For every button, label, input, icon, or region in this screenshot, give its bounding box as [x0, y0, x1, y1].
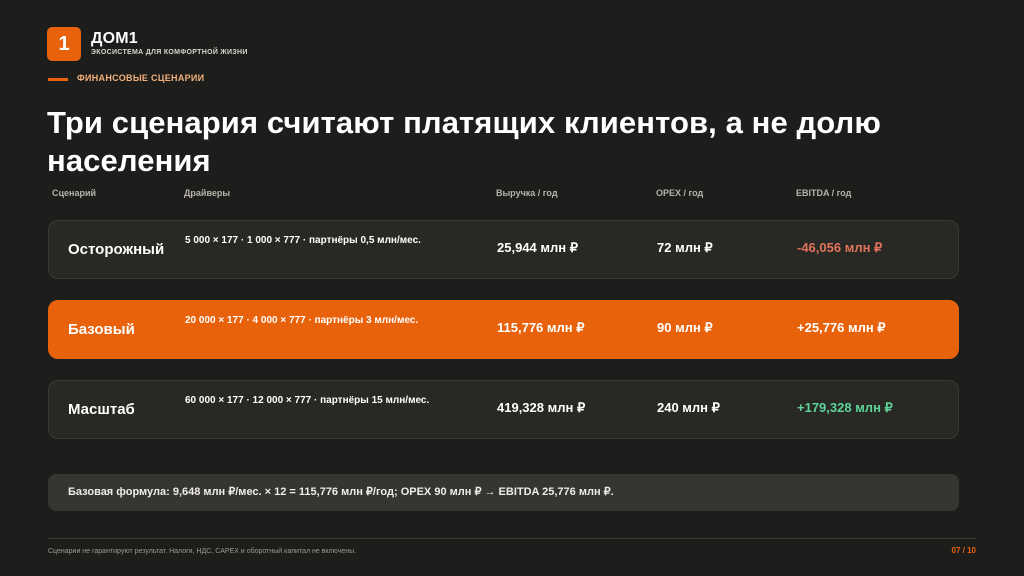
- base-formula: Базовая формула: 9,648 млн ₽/мес. × 12 =…: [48, 474, 959, 511]
- brand-logo-text: 1: [58, 32, 70, 55]
- footer-divider: [48, 538, 976, 539]
- scenario-ebitda: +25,776 млн ₽: [797, 320, 886, 335]
- footer-disclaimer: Сценарии не гарантируют результат. Налог…: [48, 548, 357, 555]
- scenario-revenue: 419,328 млн ₽: [497, 400, 586, 415]
- brand-tagline: ЭКОСИСТЕМА ДЛЯ КОМФОРТНОЙ ЖИЗНИ: [91, 49, 248, 56]
- scenario-name: Базовый: [68, 321, 135, 338]
- header-revenue: Выручка / год: [496, 188, 558, 198]
- brand-logo: 1: [47, 27, 81, 61]
- scenario-ebitda: +179,328 млн ₽: [797, 400, 893, 415]
- scenario-row-base: Базовый 20 000 × 177 · 4 000 × 777 · пар…: [48, 300, 959, 359]
- scenario-revenue: 25,944 млн ₽: [497, 240, 578, 255]
- scenario-name: Осторожный: [68, 241, 165, 258]
- scenario-row-cautious: Осторожный 5 000 × 177 · 1 000 × 777 · п…: [48, 220, 959, 279]
- scenario-drivers: 5 000 × 177 · 1 000 × 777 · партнёры 0,5…: [185, 235, 421, 246]
- scenario-ebitda: -46,056 млн ₽: [797, 240, 883, 255]
- scenario-opex: 72 млн ₽: [657, 240, 713, 255]
- scenario-row-scale: Масштаб 60 000 × 177 · 12 000 × 777 · па…: [48, 380, 959, 439]
- scenario-drivers: 60 000 × 177 · 12 000 × 777 · партнёры 1…: [185, 395, 430, 406]
- section-label: ФИНАНСОВЫЕ СЦЕНАРИИ: [77, 73, 205, 83]
- header-drivers: Драйверы: [184, 188, 231, 198]
- header-ebitda: EBITDA / год: [796, 188, 852, 198]
- slide-title: Три сценария считают платящих клиентов, …: [47, 105, 881, 178]
- header-scenario: Сценарий: [52, 188, 97, 198]
- scenario-drivers: 20 000 × 177 · 4 000 × 777 · партнёры 3 …: [185, 315, 419, 326]
- scenario-name: Масштаб: [68, 401, 135, 418]
- scenario-opex: 240 млн ₽: [657, 400, 720, 415]
- section-accent-line: [48, 78, 68, 81]
- header-opex: OPEX / год: [656, 188, 704, 198]
- scenario-revenue: 115,776 млн ₽: [497, 320, 585, 335]
- scenario-opex: 90 млн ₽: [657, 320, 713, 335]
- brand-name: ДОМ1: [91, 30, 138, 47]
- page-number: 07 / 10: [951, 546, 976, 555]
